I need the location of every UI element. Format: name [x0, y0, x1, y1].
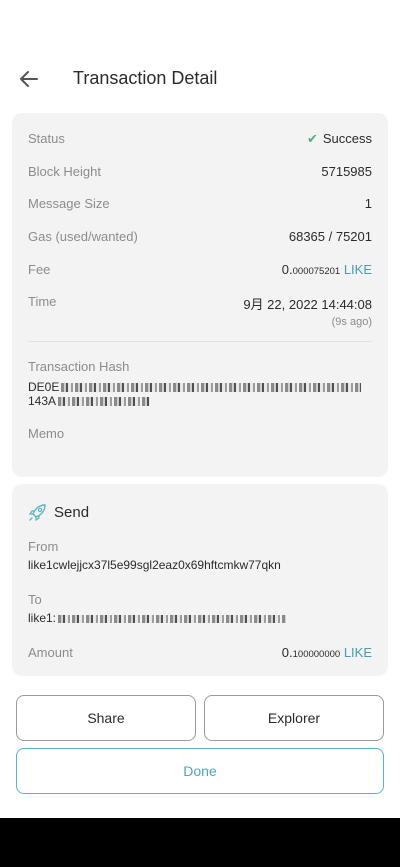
time-text: 9月 22, 2022 14:44:08 — [243, 297, 372, 312]
status-text: Success — [322, 131, 372, 146]
to-label: To — [28, 592, 42, 607]
fee-decimals: 000075201 — [292, 266, 341, 277]
amount-row: Amount 0.100000000 LIKE — [28, 645, 372, 660]
check-icon: ✔ — [306, 131, 318, 146]
status-row: Status ✔ Success — [28, 131, 372, 147]
memo-label: Memo — [28, 426, 65, 441]
time-row: Time 9月 22, 2022 14:44:08 (9s ago) — [28, 294, 372, 328]
block-height-value: 5715985 — [321, 164, 372, 179]
time-ago: (9s ago) — [331, 316, 372, 328]
status-value: ✔ Success — [307, 131, 372, 147]
redacted-address — [58, 614, 287, 623]
from-label: From — [28, 539, 59, 554]
fee-label: Fee — [28, 262, 51, 277]
share-button[interactable]: Share — [16, 695, 196, 741]
send-title: Send — [54, 503, 90, 521]
tx-hash-prefix-2: 143A — [28, 394, 57, 408]
message-size-label: Message Size — [28, 196, 110, 211]
gas-label: Gas (used/wanted) — [28, 229, 138, 244]
fee-denom: LIKE — [343, 262, 372, 277]
amount-label: Amount — [28, 645, 73, 660]
fee-row: Fee 0.000075201 LIKE — [28, 262, 372, 277]
transaction-summary-card: Status ✔ Success Block Height 5715985 Mes… — [12, 113, 388, 477]
done-button[interactable]: Done — [16, 748, 384, 794]
to-address[interactable]: like1: — [28, 611, 287, 625]
message-size-row: Message Size 1 — [28, 196, 372, 211]
rocket-icon — [28, 504, 46, 522]
system-navigation-bar — [0, 818, 400, 867]
arrow-left-icon — [20, 71, 38, 87]
tx-hash-line-2[interactable]: 143A — [28, 394, 151, 408]
tx-hash-label: Transaction Hash — [28, 359, 130, 374]
time-value: 9月 22, 2022 14:44:08 (9s ago) — [243, 294, 372, 328]
amount-integer: 0. — [281, 645, 293, 660]
to-address-prefix: like1: — [28, 611, 57, 625]
redacted-hash — [61, 383, 362, 392]
gas-value: 68365 / 75201 — [288, 229, 372, 244]
amount-value: 0.100000000 LIKE — [282, 645, 372, 660]
divider — [28, 341, 372, 342]
explorer-button[interactable]: Explorer — [204, 695, 384, 741]
block-height-row: Block Height 5715985 — [28, 164, 372, 179]
fee-integer: 0. — [281, 262, 293, 277]
message-size-value: 1 — [364, 196, 372, 211]
amount-decimals: 100000000 — [292, 649, 341, 660]
gas-row: Gas (used/wanted) 68365 / 75201 — [28, 229, 372, 244]
block-height-label: Block Height — [28, 164, 101, 179]
top-bar: Transaction Detail — [0, 62, 400, 96]
from-address[interactable]: like1cwlejjcx37l5e99sgl2eaz0x69hftcmkw77… — [28, 559, 281, 572]
back-button[interactable] — [16, 66, 42, 92]
send-message-card: Send From like1cwlejjcx37l5e99sgl2eaz0x6… — [12, 484, 388, 676]
send-header: Send — [28, 502, 89, 522]
amount-denom: LIKE — [343, 645, 372, 660]
fee-value: 0.000075201 LIKE — [282, 262, 372, 277]
time-label: Time — [28, 294, 57, 309]
page-title: Transaction Detail — [73, 68, 218, 88]
tx-hash-line-1[interactable]: DE0E — [28, 380, 362, 394]
status-label: Status — [28, 131, 65, 146]
tx-hash-prefix: DE0E — [28, 380, 60, 394]
redacted-hash-2 — [58, 397, 151, 406]
